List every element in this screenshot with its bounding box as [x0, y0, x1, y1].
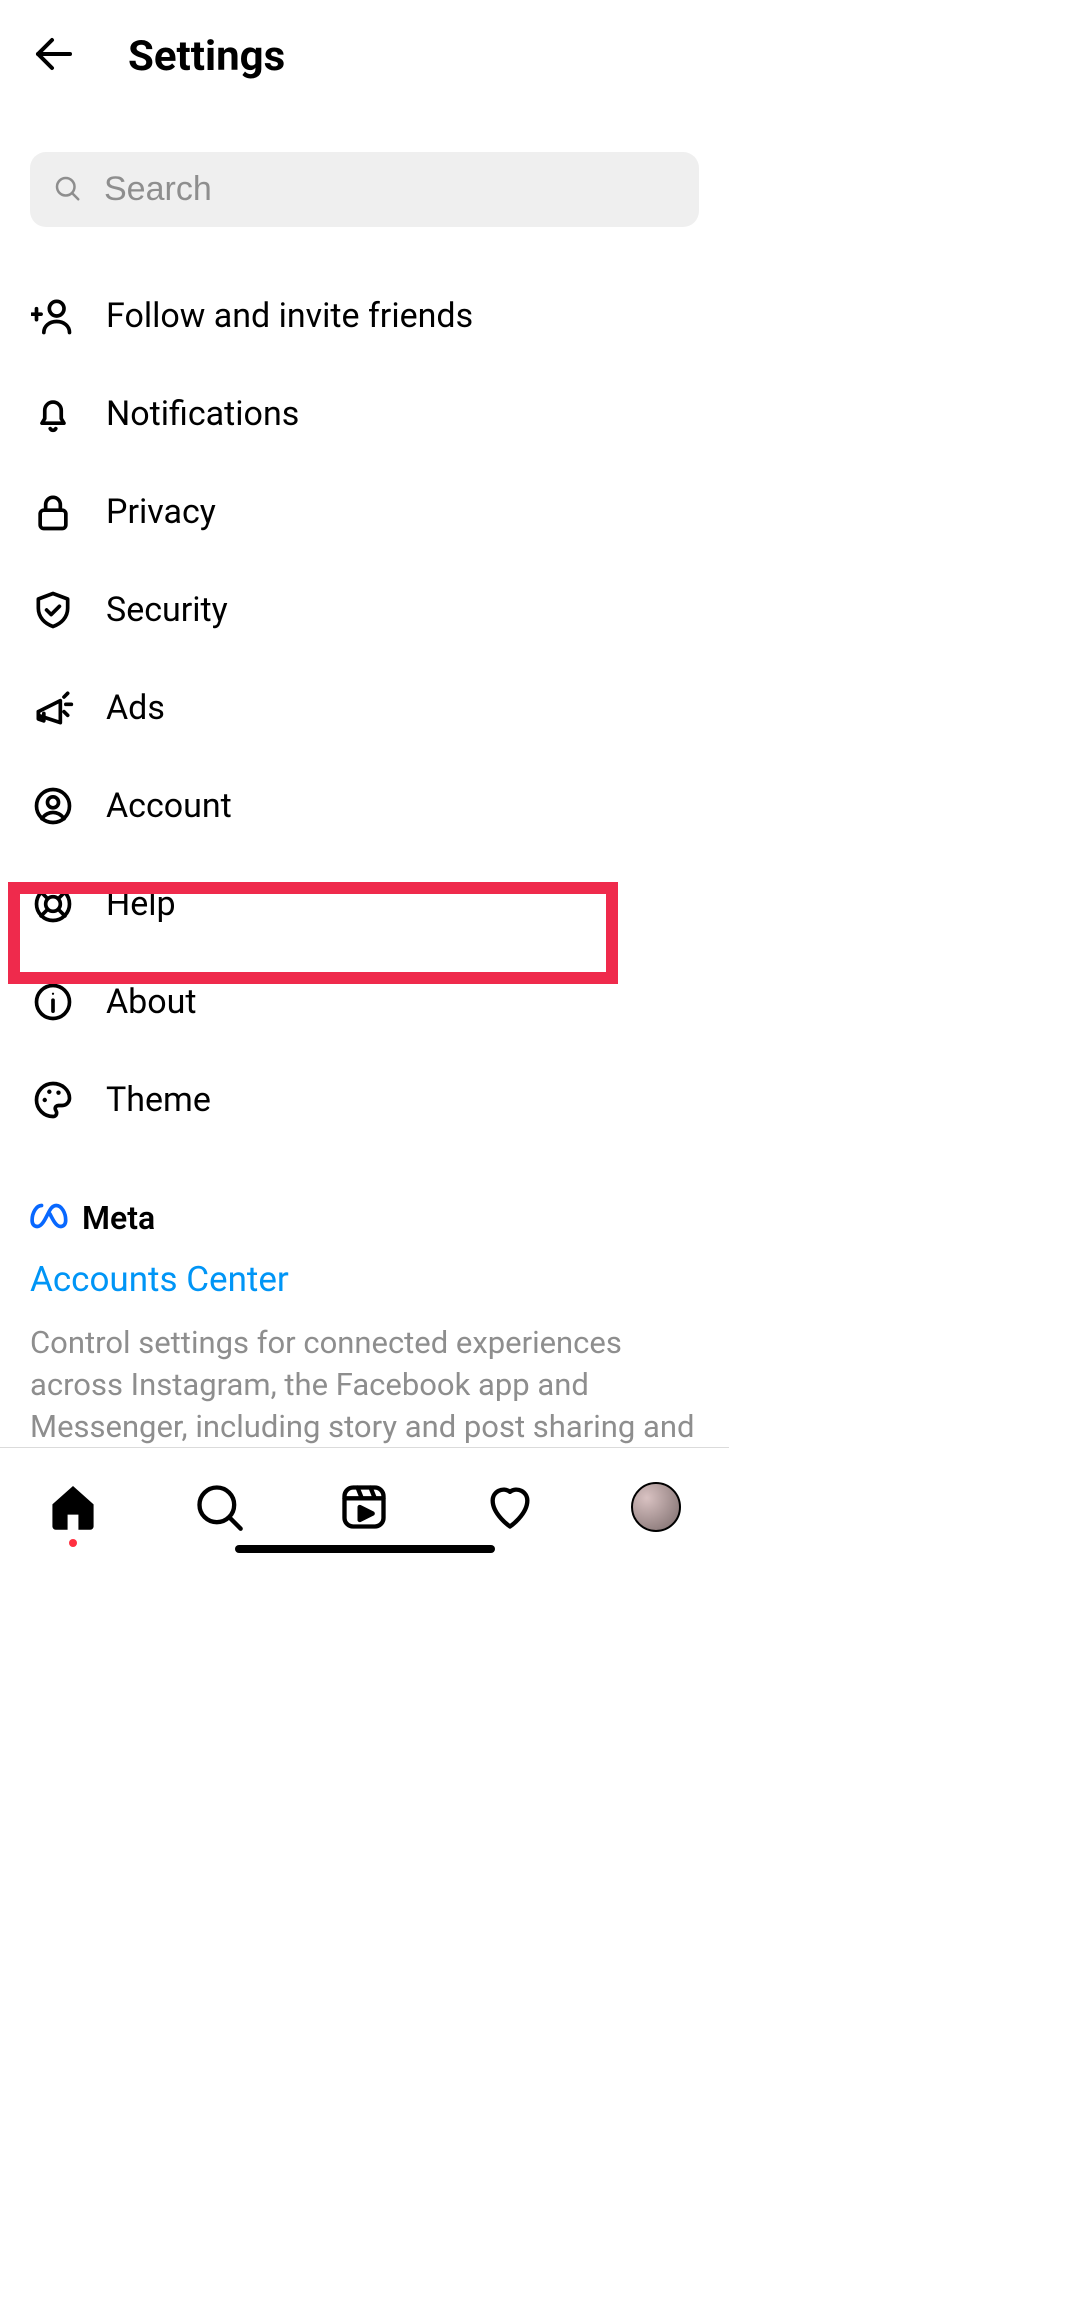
settings-item-label: Ads	[106, 688, 165, 728]
settings-item-label: Help	[106, 884, 176, 924]
account-circle-icon	[30, 783, 76, 829]
search-field[interactable]	[30, 152, 699, 227]
search-icon	[52, 173, 82, 207]
info-icon	[30, 979, 76, 1025]
notification-dot-icon	[69, 1539, 77, 1547]
settings-item-label: Privacy	[106, 492, 216, 532]
settings-item-label: Notifications	[106, 394, 299, 434]
back-button[interactable]	[30, 30, 78, 82]
nav-search[interactable]	[191, 1479, 247, 1535]
settings-item-notifications[interactable]: Notifications	[0, 365, 729, 463]
settings-item-security[interactable]: Security	[0, 561, 729, 659]
palette-icon	[30, 1077, 76, 1123]
meta-logo-icon	[30, 1202, 72, 1234]
settings-item-label: Security	[106, 590, 228, 630]
meta-brand: Meta	[30, 1199, 699, 1237]
settings-item-label: Account	[106, 786, 232, 826]
lifebuoy-icon	[30, 881, 76, 927]
settings-item-account[interactable]: Account	[0, 757, 729, 855]
avatar-icon	[631, 1482, 681, 1532]
nav-profile[interactable]	[628, 1479, 684, 1535]
bell-icon	[30, 391, 76, 437]
nav-activity[interactable]	[482, 1479, 538, 1535]
page-title: Settings	[128, 32, 285, 81]
nav-reels[interactable]	[336, 1479, 392, 1535]
meta-brand-label: Meta	[82, 1199, 155, 1237]
settings-item-follow[interactable]: Follow and invite friends	[0, 267, 729, 365]
megaphone-icon	[30, 685, 76, 731]
settings-item-label: Follow and invite friends	[106, 296, 473, 336]
shield-check-icon	[30, 587, 76, 633]
settings-item-label: About	[106, 982, 197, 1022]
nav-home[interactable]	[45, 1479, 101, 1535]
home-indicator	[235, 1545, 495, 1553]
settings-item-theme[interactable]: Theme	[0, 1051, 729, 1149]
search-input[interactable]	[104, 170, 677, 209]
settings-item-privacy[interactable]: Privacy	[0, 463, 729, 561]
accounts-center-link[interactable]: Accounts Center	[30, 1259, 699, 1300]
settings-item-help[interactable]: Help	[0, 855, 729, 953]
settings-item-about[interactable]: About	[0, 953, 729, 1051]
settings-item-ads[interactable]: Ads	[0, 659, 729, 757]
lock-icon	[30, 489, 76, 535]
settings-item-label: Theme	[106, 1080, 211, 1120]
add-person-icon	[30, 293, 76, 339]
